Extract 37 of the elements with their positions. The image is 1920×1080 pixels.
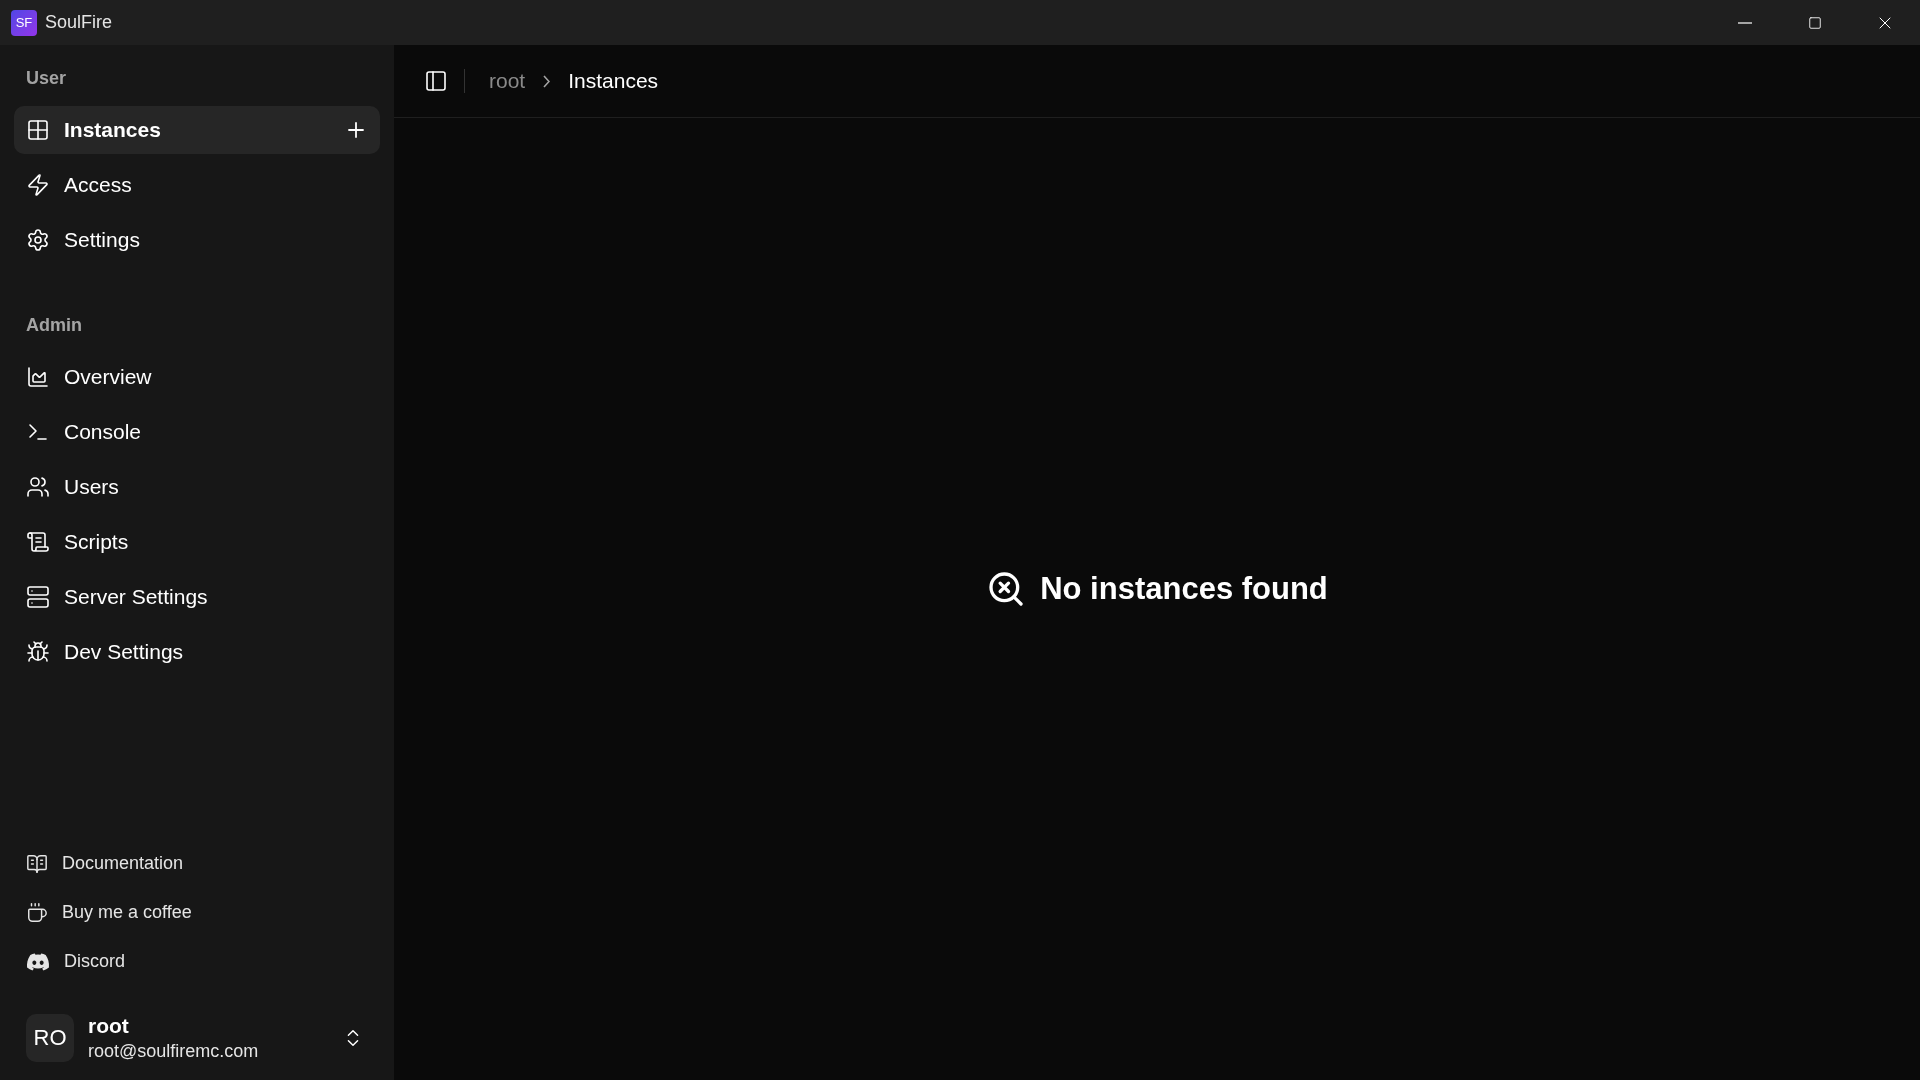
sidebar-item[interactable]: Overview xyxy=(14,353,380,401)
section-label: User xyxy=(25,67,68,90)
sidebar-item[interactable]: Server Settings xyxy=(14,573,380,621)
scroll-icon xyxy=(26,530,50,554)
settings-icon xyxy=(26,228,50,252)
app-logo: SF xyxy=(11,9,37,36)
sidebar-item[interactable]: Users xyxy=(14,463,380,511)
chart-icon xyxy=(26,365,50,389)
sidebar-item[interactable]: Settings xyxy=(14,216,380,264)
lightning-icon xyxy=(26,173,50,197)
minimize-icon xyxy=(1738,21,1752,24)
sidebar-link[interactable]: Documentation xyxy=(14,844,380,884)
bug-icon xyxy=(26,640,50,664)
sidebar-item[interactable]: Access xyxy=(14,161,380,209)
sidebar-link[interactable]: Buy me a coffee xyxy=(14,893,380,933)
server-icon xyxy=(26,585,50,609)
user-email: root@soulfiremc.com xyxy=(88,1039,259,1062)
empty-state-message: No instances found xyxy=(1040,569,1328,608)
sidebar-item[interactable]: Instances xyxy=(14,106,380,154)
breadcrumb-item[interactable]: root xyxy=(489,65,526,97)
section-label: Admin xyxy=(25,314,83,337)
sidebar-link[interactable]: Discord xyxy=(14,942,380,982)
breadcrumb-item: Instances xyxy=(568,68,659,95)
sidebar-toggle-icon[interactable] xyxy=(424,69,448,93)
coffee-icon xyxy=(26,901,48,924)
maximize-icon xyxy=(1808,15,1822,30)
chevron-icon xyxy=(543,74,551,88)
sidebar-item[interactable]: Scripts xyxy=(14,518,380,566)
user-menu[interactable]: RO root root@soulfiremc.com xyxy=(14,1013,380,1062)
window-title: SoulFire xyxy=(45,11,113,34)
user-name: root xyxy=(88,1013,130,1040)
sidebar-item[interactable]: Console xyxy=(14,408,380,456)
grid-icon xyxy=(26,118,50,142)
users-icon xyxy=(26,475,50,499)
avatar: RO xyxy=(26,1013,74,1062)
sidebar-item[interactable]: Dev Settings xyxy=(14,628,380,676)
book-icon xyxy=(26,852,48,875)
